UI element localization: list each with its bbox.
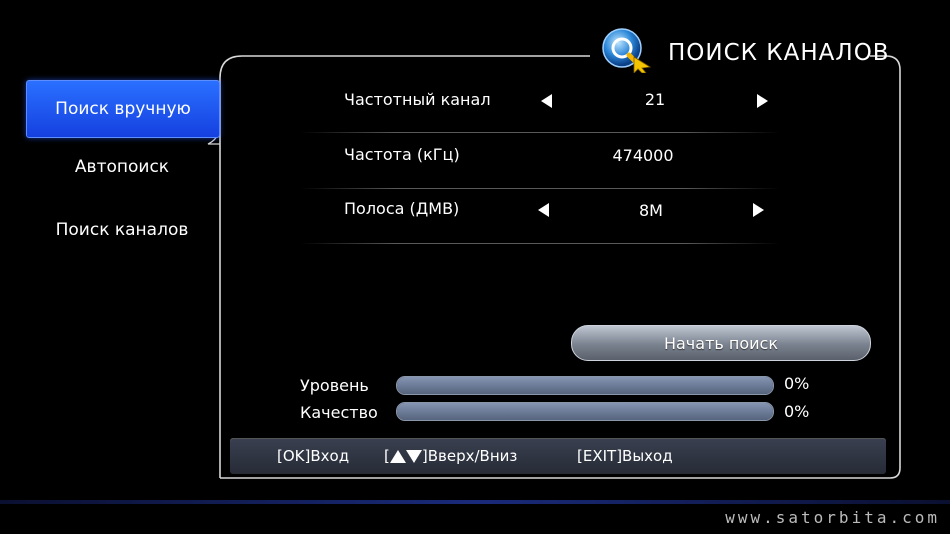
navigation-hint-text: ]Вверх/Вниз [421,447,518,465]
sidebar-item-channel-search[interactable]: Поиск каналов [26,202,218,258]
arrow-down-icon [405,450,422,463]
ok-hint: [OK]Вход [277,447,350,465]
signal-quality-value: 0% [784,402,810,421]
arrow-left-icon[interactable] [541,94,552,108]
signal-quality-bar [396,402,774,421]
page-title: ПОИСК КАНАЛОВ [668,40,890,66]
arrow-right-icon[interactable] [753,203,764,217]
bandwidth-value[interactable]: 8M [601,201,701,220]
sidebar-item-label: Поиск вручную [55,99,191,119]
sidebar-item-label: Поиск каналов [55,220,189,240]
exit-hint: [EXIT]Выход [577,447,673,465]
bottom-divider [0,500,950,504]
frequency-value[interactable]: 474000 [593,146,693,165]
arrow-right-icon[interactable] [757,94,768,108]
signal-level-bar [396,376,774,395]
watermark: www.satorbita.com [725,508,940,527]
frequency-label: Частота (кГц) [344,145,460,164]
arrow-up-icon [389,450,406,463]
row-divider [300,188,780,189]
arrow-left-icon[interactable] [538,203,549,217]
search-globe-icon [602,28,652,73]
row-divider [300,243,780,244]
signal-level-value: 0% [784,374,810,393]
navigation-hint: []Вверх/Вниз [384,447,517,465]
sidebar-item-label: Автопоиск [74,157,170,177]
bandwidth-label: Полоса (ДМВ) [344,199,460,218]
frequency-channel-value[interactable]: 21 [605,90,705,109]
sidebar-item-manual-search[interactable]: Поиск вручную [26,80,220,138]
frequency-channel-label: Частотный канал [344,90,491,109]
sidebar-item-auto-search[interactable]: Автопоиск [26,139,218,195]
signal-level-label: Уровень [300,376,369,395]
start-search-button[interactable]: Начать поиск [571,325,871,361]
signal-quality-label: Качество [300,403,378,422]
row-divider [300,132,780,133]
